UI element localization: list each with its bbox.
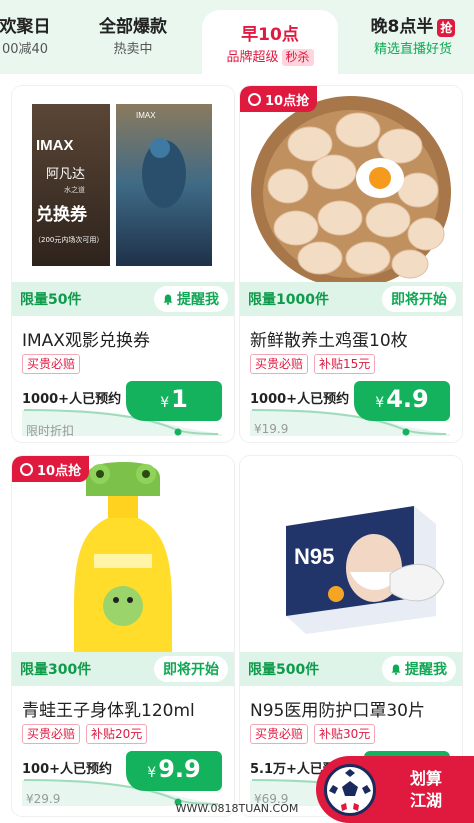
price-guarantee-tag: 买贵必赔 [250,354,309,374]
product-tags: 买贵必赔 [22,354,81,374]
subsidy-tag: 补贴15元 [314,354,376,374]
product-card-imax[interactable]: IMAX IMAX 阿凡达 水之道 兑换券 （200元内场次可用） 限量50件 … [12,86,234,442]
subsidy-tag: 补贴30元 [314,724,376,744]
tab-huanjuri[interactable]: 欢聚日 00减40 [0,0,60,74]
coming-soon-button[interactable]: 即将开始 [382,286,456,312]
limit-quantity: 限量300件 [20,662,92,678]
product-tags: 买贵必赔 补贴20元 [22,724,148,744]
remind-me-button[interactable]: 提醒我 [154,286,228,312]
limit-strip: 限量500件 提醒我 [240,652,462,686]
product-grid: IMAX IMAX 阿凡达 水之道 兑换券 （200元内场次可用） 限量50件 … [0,74,474,823]
price-currency: ¥ [160,395,170,411]
tab-subtitle: 精选直播好货 [373,41,452,57]
price-value: 9.9 [158,755,201,783]
movie-title: 阿凡达 [46,167,85,182]
coming-soon-button[interactable]: 即将开始 [154,656,228,682]
product-title: N95医用防护口罩30片 [250,701,425,721]
tab-evening-830[interactable]: 晚8点半抢 精选直播好货 [352,0,474,74]
price-guarantee-tag: 买贵必赔 [250,724,309,744]
product-title: IMAX观影兑换券 [22,331,150,351]
product-tags: 买贵必赔 补贴30元 [250,724,376,744]
bell-icon [391,664,401,675]
flash-badge: 10点抢 [12,456,90,482]
price-button[interactable]: ¥ 4.9 [354,381,450,421]
voucher-text: 兑换券 [36,204,88,225]
remind-me-button[interactable]: 提醒我 [382,656,456,682]
booked-count: 100+人已预约 [22,762,113,777]
flash-badge: 10点抢 [240,86,318,112]
remind-me-label: 提醒我 [405,662,447,678]
limit-strip: 限量300件 即将开始 [12,652,234,686]
tab-bar: 欢聚日 00减40 全部爆款 热卖中 早10点 品牌超级 秒杀 晚8点半抢 精选… [0,0,474,80]
product-image: N95 [240,456,462,652]
product-title: 新鲜散养土鸡蛋10枚 [250,331,408,351]
product-card-eggs[interactable]: 10点抢 限量1000件 即将开始 新鲜散养土鸡蛋10枚 买贵必赔 补贴15元 … [240,86,462,442]
product-tags: 买贵必赔 补贴15元 [250,354,376,374]
clock-icon [248,92,261,106]
clock-icon [20,462,33,476]
tab-title: 晚8点半抢 [371,16,456,38]
limit-strip: 限量50件 提醒我 [12,282,234,316]
tab-morning-10[interactable]: 早10点 品牌超级 秒杀 [202,10,338,80]
product-card-lotion[interactable]: 10点抢 限量300件 即将开始 青蛙王子身体乳120ml 买贵必赔 补贴20元… [12,456,234,816]
tab-title: 全部爆款 [99,16,167,37]
price-currency: ¥ [147,765,157,781]
limit-quantity: 限量1000件 [248,292,329,308]
flash-badge-text: 10点抢 [265,93,310,109]
grab-badge: 抢 [437,18,456,37]
price-value: 4.9 [386,385,429,413]
flash-badge-text: 10点抢 [37,463,82,479]
product-image [240,86,462,288]
imax-logo-text: IMAX [36,137,74,154]
remind-me-label: 提醒我 [177,292,219,308]
discount-note: 限时折扣 [26,424,75,438]
promo-line-1: 划算 [410,769,443,788]
watermark: WWW.0818TUAN.COM [175,802,299,815]
tab-title: 欢聚日 [0,16,51,37]
booked-count: 1000+人已预约 [250,392,350,407]
flash-sale-tag: 秒杀 [281,49,314,66]
price-guarantee-tag: 买贵必赔 [22,354,81,374]
limit-strip: 限量1000件 即将开始 [240,282,462,316]
product-title: 青蛙王子身体乳120ml [22,701,195,721]
bell-icon [163,294,173,305]
booked-count: 1000+人已预约 [22,392,122,407]
tab-all-hot[interactable]: 全部爆款 热卖中 [80,0,186,74]
voucher-note: （200元内场次可用） [34,235,103,244]
price-currency: ¥ [375,395,385,411]
price-button[interactable]: ¥ 9.9 [126,751,222,791]
tab-title: 早10点 [241,24,299,45]
product-image [12,456,234,652]
price-guarantee-tag: 买贵必赔 [22,724,81,744]
tab-title-text: 晚8点半 [370,16,434,37]
limit-quantity: 限量500件 [248,662,320,678]
tab-subtitle: 品牌超级 秒杀 [226,49,314,67]
tab-subtitle-text: 品牌超级 [226,49,279,65]
n95-box-label: N95 [294,544,334,569]
limit-quantity: 限量50件 [20,292,82,308]
product-image: IMAX IMAX 阿凡达 水之道 兑换券 （200元内场次可用） [12,86,234,282]
poster-imax-label: IMAX [136,111,156,120]
price-button[interactable]: ¥ 1 [126,381,222,421]
original-price: ¥19.9 [254,422,289,436]
price-value: 1 [171,385,188,413]
tab-subtitle: 热卖中 [113,41,153,57]
tab-subtitle: 00减40 [1,41,49,57]
movie-subtitle: 水之道 [64,185,85,194]
subsidy-tag: 补贴20元 [86,724,148,744]
